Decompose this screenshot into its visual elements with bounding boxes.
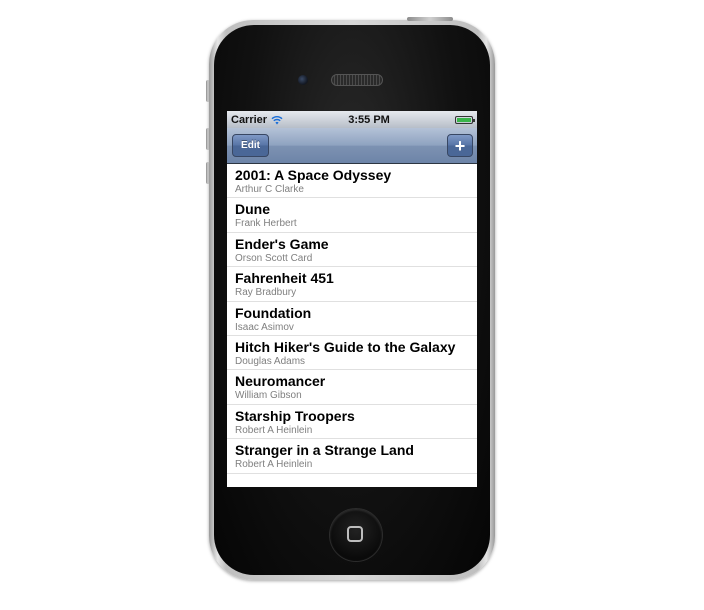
mute-switch — [206, 80, 210, 102]
table-row[interactable]: Ender's Game Orson Scott Card — [227, 233, 477, 268]
table-row[interactable]: Dune Frank Herbert — [227, 198, 477, 233]
book-author: Ray Bradbury — [235, 287, 297, 299]
book-author: Robert A Heinlein — [235, 424, 313, 436]
wifi-icon — [271, 115, 283, 124]
status-bar: Carrier 3:55 PM — [227, 111, 477, 128]
book-title: Hitch Hiker's Guide to the Galaxy — [235, 338, 456, 355]
book-author: Isaac Asimov — [235, 321, 294, 333]
book-title: Starship Troopers — [235, 407, 355, 424]
book-author: Arthur C Clarke — [235, 184, 304, 195]
table-row[interactable]: Hitch Hiker's Guide to the Galaxy Dougla… — [227, 336, 477, 371]
book-title: Dune — [235, 201, 270, 218]
book-author: Orson Scott Card — [235, 252, 313, 264]
table-row[interactable]: Foundation Isaac Asimov — [227, 302, 477, 336]
book-title: Ender's Game — [235, 235, 329, 252]
book-author: Frank Herbert — [235, 218, 297, 230]
battery-level — [457, 117, 471, 122]
front-camera — [298, 75, 308, 85]
volume-up-button — [206, 128, 210, 150]
home-button[interactable] — [330, 509, 382, 561]
clock: 3:55 PM — [348, 113, 390, 126]
book-title: Stranger in a Strange Land — [235, 442, 414, 459]
book-author: Robert A Heinlein — [235, 459, 313, 471]
table-row[interactable]: Stranger in a Strange Land Robert A Hein… — [227, 439, 477, 474]
table-row[interactable]: Neuromancer William Gibson — [227, 370, 477, 405]
book-title: Foundation — [235, 304, 312, 321]
carrier-label: Carrier — [231, 113, 268, 126]
battery-icon — [455, 115, 475, 124]
earpiece-speaker — [331, 74, 383, 86]
sleep-button — [407, 17, 453, 21]
edit-button[interactable]: Edit — [232, 134, 269, 157]
navigation-bar: Edit + — [227, 128, 477, 164]
book-title: Fahrenheit 451 — [235, 270, 334, 287]
table-row[interactable]: Fahrenheit 451 Ray Bradbury — [227, 267, 477, 302]
home-square-icon — [347, 526, 363, 542]
app-screen: Carrier 3:55 PM Edit + 2001: A Space Ody… — [227, 111, 477, 487]
add-book-button[interactable]: + — [447, 134, 473, 157]
table-row[interactable]: 2001: A Space Odyssey Arthur C Clarke — [227, 164, 477, 199]
book-title: Neuromancer — [235, 373, 326, 390]
book-author: Douglas Adams — [235, 355, 306, 367]
book-title: 2001: A Space Odyssey — [235, 167, 392, 183]
table-row[interactable]: Starship Troopers Robert A Heinlein — [227, 405, 477, 440]
volume-down-button — [206, 162, 210, 184]
book-author: William Gibson — [235, 390, 302, 402]
status-left: Carrier — [231, 114, 283, 126]
book-list: 2001: A Space Odyssey Arthur C Clarke Du… — [227, 164, 477, 474]
